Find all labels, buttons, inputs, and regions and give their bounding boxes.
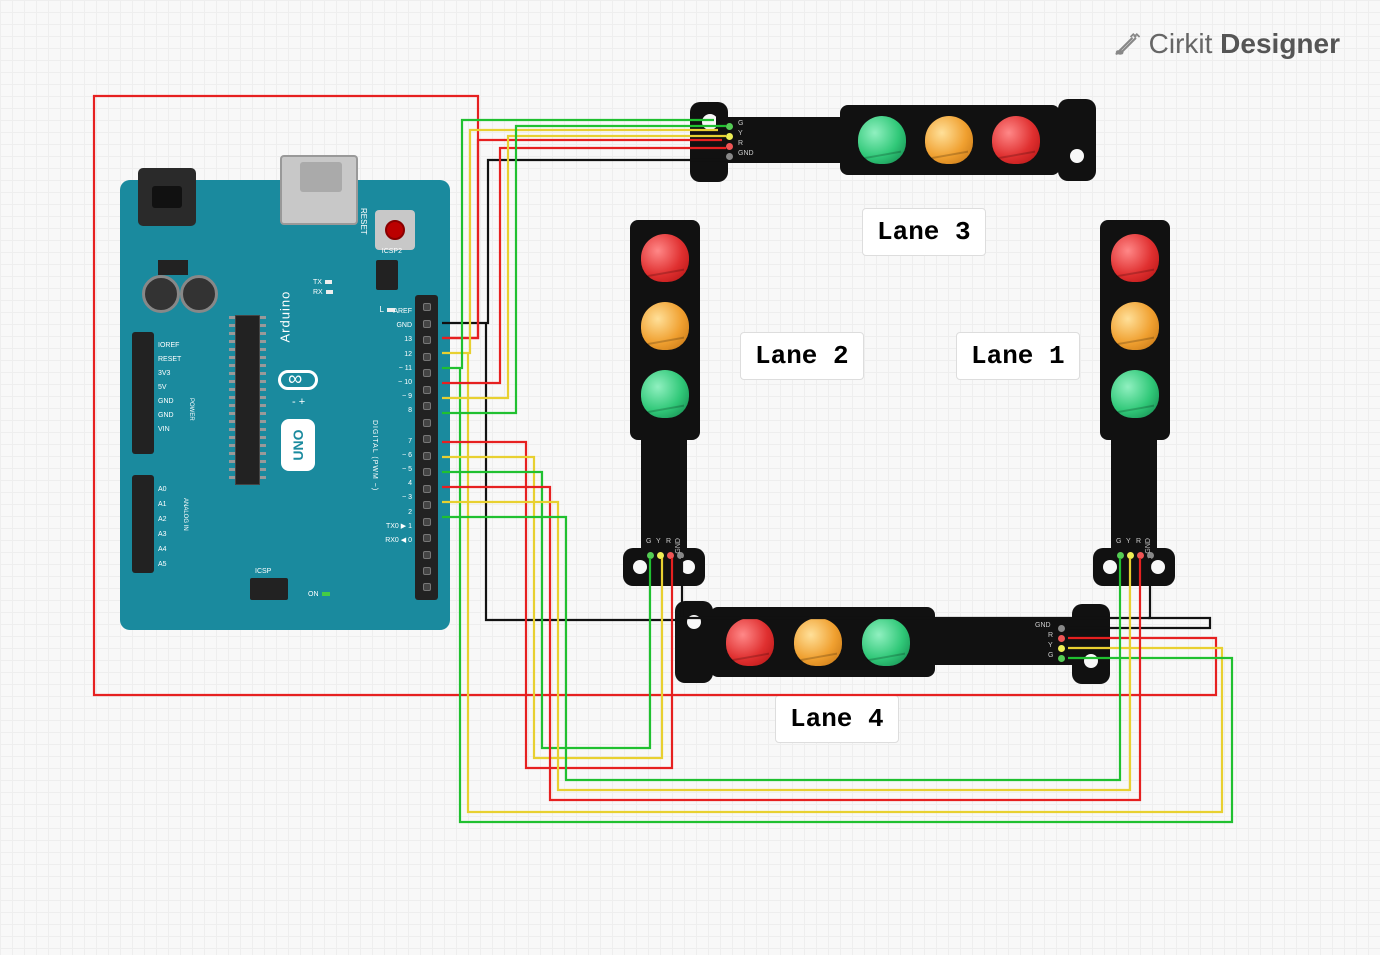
pin-g: G	[1116, 538, 1121, 545]
pin-gnd: GND	[1035, 622, 1051, 629]
arduino-brand: Arduino	[278, 291, 293, 343]
brand-b: Designer	[1220, 28, 1340, 59]
regulator-ic	[158, 260, 188, 275]
led-red	[1111, 234, 1159, 282]
lane1-label: Lane 1	[956, 332, 1080, 380]
pin-gnd: GND	[675, 538, 682, 554]
reset-button[interactable]	[375, 210, 415, 250]
pin-y: Y	[738, 130, 743, 137]
pin-y: Y	[1126, 538, 1131, 545]
icsp2-label: ICSP2	[382, 248, 402, 255]
pin-r: R	[1136, 538, 1141, 545]
led-yellow	[794, 618, 842, 666]
reset-label: RESET	[359, 208, 368, 235]
traffic-light-lane3[interactable]: G Y R GND	[690, 105, 1100, 185]
usb-port	[280, 155, 358, 225]
app-logo: Cirkit Designer	[1113, 28, 1340, 60]
pin-y: Y	[656, 538, 661, 545]
led-green	[1111, 370, 1159, 418]
pin-g: G	[738, 120, 743, 127]
pin-y: Y	[1048, 642, 1053, 649]
lane3-label: Lane 3	[862, 208, 986, 256]
traffic-light-lane1[interactable]: G Y R GND	[1095, 210, 1175, 610]
lane4-label: Lane 4	[775, 695, 899, 743]
model-label: UNO	[281, 419, 315, 471]
capacitors	[142, 275, 218, 326]
pin-gnd: GND	[1145, 538, 1152, 554]
led-yellow	[641, 302, 689, 350]
arduino-logo-icon	[278, 370, 318, 390]
txrx-leds: TXRX	[313, 278, 333, 298]
icsp-label: ICSP	[255, 568, 271, 575]
brand-a: Cirkit	[1149, 28, 1213, 59]
pin-g: G	[1048, 652, 1053, 659]
power-pin-labels: IOREF RESET 3V3 5V GND GND VIN	[158, 339, 181, 437]
led-green	[858, 116, 906, 164]
analog-section-label: ANALOG IN	[182, 498, 188, 531]
traffic-light-lane4[interactable]: GND R Y G	[700, 607, 1110, 687]
digital-pin-labels: AREF GND 13 12 ~ 11 ~ 10 ~ 9 8 7 ~ 6 ~ 5…	[385, 305, 412, 548]
cirkit-icon	[1113, 30, 1141, 58]
lane2-label: Lane 2	[740, 332, 864, 380]
canvas[interactable]: Cirkit Designer RESET Arduino - + UNO IC…	[0, 0, 1380, 955]
led-yellow	[1111, 302, 1159, 350]
led-red	[641, 234, 689, 282]
led-red	[726, 618, 774, 666]
led-green	[862, 618, 910, 666]
pin-r: R	[666, 538, 671, 545]
led-red	[992, 116, 1040, 164]
brand-sym: - +	[292, 396, 305, 408]
power-section-label: POWER	[188, 398, 194, 421]
arduino-uno-board[interactable]: RESET Arduino - + UNO ICSP2 ICSP ON TXRX…	[120, 180, 450, 630]
analog-pin-labels: A0 A1 A2 A3 A4 A5	[158, 482, 167, 572]
digital-header[interactable]	[415, 295, 438, 600]
dc-jack	[138, 168, 196, 226]
atmega-chip	[235, 315, 260, 485]
pin-r: R	[738, 140, 743, 147]
power-header[interactable]	[132, 332, 154, 454]
traffic-light-lane2[interactable]: G Y R GND	[625, 210, 705, 610]
on-led: ON	[308, 591, 330, 598]
analog-header[interactable]	[132, 475, 154, 573]
led-green	[641, 370, 689, 418]
digital-pwm-label: DIGITAL (PWM ~)	[371, 420, 378, 491]
pin-g: G	[646, 538, 651, 545]
icsp-header	[376, 260, 398, 290]
icsp2-header	[250, 578, 288, 600]
pin-r: R	[1048, 632, 1053, 639]
pin-gnd: GND	[738, 150, 754, 157]
led-yellow	[925, 116, 973, 164]
